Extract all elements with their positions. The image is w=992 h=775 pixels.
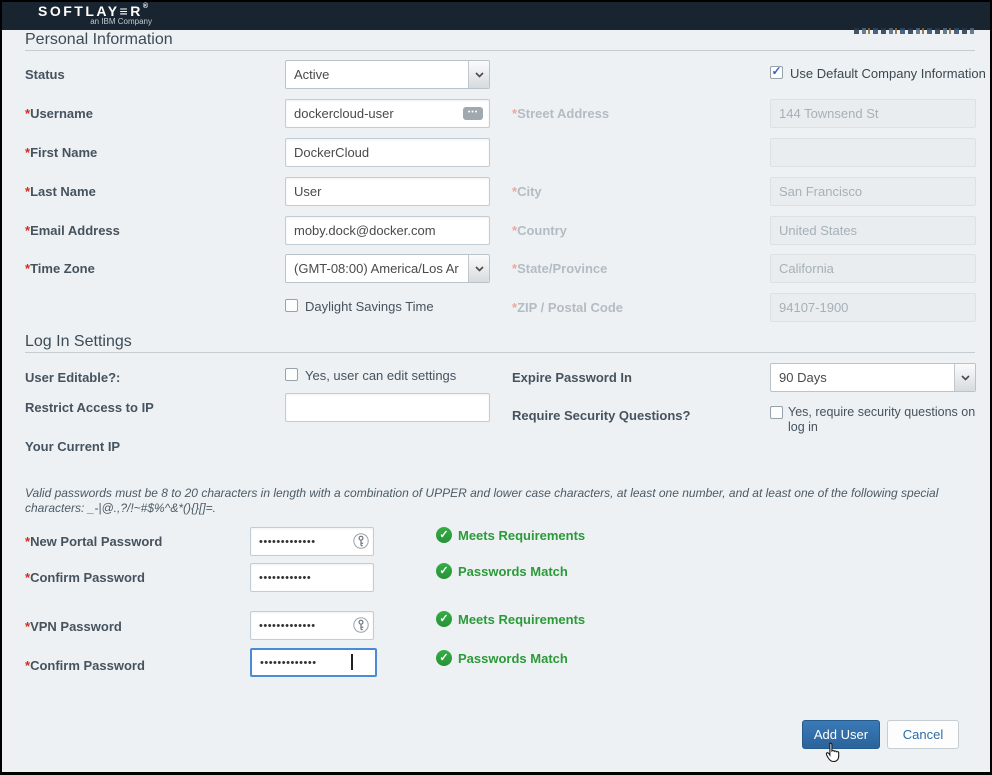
registered-mark: ® xyxy=(143,3,148,10)
expire-password-value: 90 Days xyxy=(779,370,951,385)
security-questions-label: Require Security Questions? xyxy=(512,408,690,423)
first-name-input[interactable] xyxy=(285,138,490,167)
security-questions-checkbox[interactable] xyxy=(770,406,783,419)
section-divider xyxy=(25,352,975,353)
restrict-ip-input[interactable] xyxy=(285,393,490,422)
success-check-icon: ✓ xyxy=(436,650,452,666)
vpn-confirm-status: Passwords Match xyxy=(458,651,568,666)
country-label: *Country xyxy=(512,223,567,238)
timezone-value: (GMT-08:00) America/Los Ar xyxy=(294,261,465,276)
street2-input xyxy=(770,138,976,167)
street-input xyxy=(770,99,976,128)
key-icon[interactable] xyxy=(353,533,369,549)
timezone-select[interactable]: (GMT-08:00) America/Los Ar xyxy=(285,254,490,283)
checkmark-icon: ✓ xyxy=(771,66,782,77)
portal-password-label: *New Portal Password xyxy=(25,534,162,549)
autofill-icon[interactable]: ••• xyxy=(463,107,483,120)
success-check-icon: ✓ xyxy=(436,611,452,627)
dst-checkbox[interactable] xyxy=(285,299,298,312)
expire-password-label: Expire Password In xyxy=(512,370,632,385)
restrict-ip-label: Restrict Access to IP xyxy=(25,400,154,415)
password-requirements-note: Valid passwords must be 8 to 20 characte… xyxy=(25,486,967,516)
first-name-label: *First Name xyxy=(25,145,97,160)
use-default-checkbox[interactable]: ✓ xyxy=(770,66,783,79)
clipped-header-text xyxy=(854,28,974,34)
country-input xyxy=(770,216,976,245)
username-label: *Username xyxy=(25,106,93,121)
user-editable-checkbox[interactable] xyxy=(285,368,298,381)
portal-confirm-input[interactable] xyxy=(250,563,374,592)
state-input xyxy=(770,254,976,283)
state-label: *State/Province xyxy=(512,261,607,276)
zip-label: *ZIP / Postal Code xyxy=(512,300,623,315)
city-input xyxy=(770,177,976,206)
street-label: *Street Address xyxy=(512,106,609,121)
status-label: Status xyxy=(25,67,65,82)
security-questions-checkbox-label: Yes, require security questions on log i… xyxy=(788,405,984,435)
last-name-label: *Last Name xyxy=(25,184,96,199)
zip-input xyxy=(770,293,976,322)
portal-confirm-status: Passwords Match xyxy=(458,564,568,579)
current-ip-label: Your Current IP xyxy=(25,439,120,454)
email-input[interactable] xyxy=(285,216,490,245)
app-header: SOFTLAY≡R® an IBM Company xyxy=(2,2,990,30)
screenshot-frame: SOFTLAY≡R® an IBM Company Personal Infor… xyxy=(0,0,992,775)
status-value: Active xyxy=(294,67,465,82)
chevron-down-icon[interactable] xyxy=(468,255,489,282)
page: SOFTLAY≡R® an IBM Company Personal Infor… xyxy=(2,2,990,772)
user-editable-label: User Editable?: xyxy=(25,370,120,385)
vpn-confirm-input[interactable] xyxy=(250,648,377,677)
section-title-login: Log In Settings xyxy=(25,333,132,351)
vpn-password-label: *VPN Password xyxy=(25,619,122,634)
success-check-icon: ✓ xyxy=(436,527,452,543)
status-select[interactable]: Active xyxy=(285,60,490,89)
dst-checkbox-label: Daylight Savings Time xyxy=(305,299,434,314)
success-check-icon: ✓ xyxy=(436,563,452,579)
mouse-cursor-icon xyxy=(824,742,842,768)
last-name-input[interactable] xyxy=(285,177,490,206)
chevron-down-icon[interactable] xyxy=(954,364,975,391)
portal-password-status: Meets Requirements xyxy=(458,528,585,543)
username-input[interactable] xyxy=(285,99,490,128)
email-label: *Email Address xyxy=(25,223,120,238)
section-divider xyxy=(25,50,975,51)
key-icon[interactable] xyxy=(353,617,369,633)
text-caret xyxy=(351,654,353,670)
portal-confirm-label: *Confirm Password xyxy=(25,570,145,585)
timezone-label: *Time Zone xyxy=(25,261,95,276)
section-title-personal: Personal Information xyxy=(25,31,173,49)
vpn-password-status: Meets Requirements xyxy=(458,612,585,627)
expire-password-select[interactable]: 90 Days xyxy=(770,363,976,392)
cancel-button[interactable]: Cancel xyxy=(887,720,959,749)
chevron-down-icon[interactable] xyxy=(468,61,489,88)
vpn-confirm-label: *Confirm Password xyxy=(25,658,145,673)
city-label: *City xyxy=(512,184,542,199)
softlayer-logo: SOFTLAY≡R® an IBM Company xyxy=(28,3,158,26)
use-default-label: Use Default Company Information xyxy=(790,66,986,81)
user-editable-checkbox-label: Yes, user can edit settings xyxy=(305,368,456,383)
